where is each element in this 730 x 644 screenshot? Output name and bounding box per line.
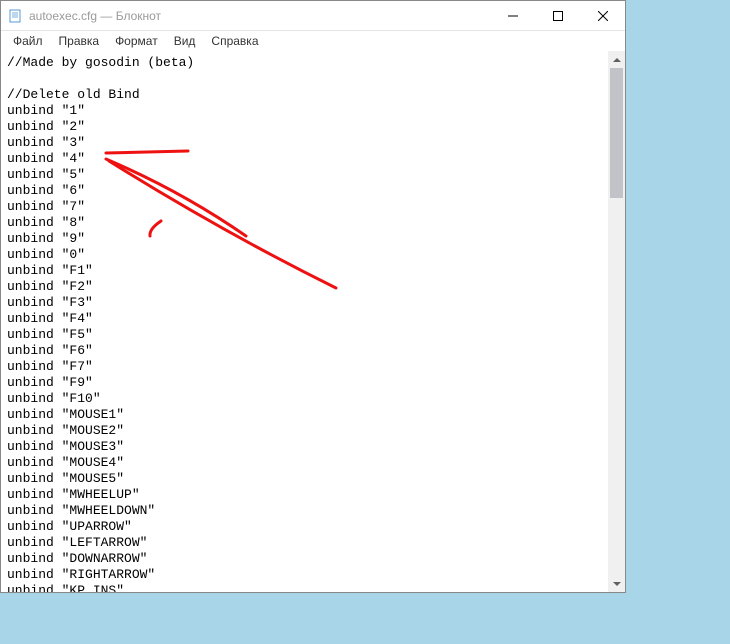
minimize-button[interactable] bbox=[490, 1, 535, 30]
notepad-icon bbox=[7, 8, 23, 24]
window-title: autoexec.cfg — Блокнот bbox=[29, 9, 490, 23]
titlebar: autoexec.cfg — Блокнот bbox=[1, 1, 625, 31]
maximize-button[interactable] bbox=[535, 1, 580, 30]
content-wrap: //Made by gosodin (beta) //Delete old Bi… bbox=[1, 51, 625, 592]
menu-view[interactable]: Вид bbox=[166, 32, 204, 50]
vertical-scrollbar[interactable] bbox=[608, 51, 625, 592]
menu-format[interactable]: Формат bbox=[107, 32, 166, 50]
scroll-down-button[interactable] bbox=[608, 575, 625, 592]
menu-file[interactable]: Файл bbox=[5, 32, 51, 50]
menu-help[interactable]: Справка bbox=[203, 32, 266, 50]
menubar: Файл Правка Формат Вид Справка bbox=[1, 31, 625, 51]
close-button[interactable] bbox=[580, 1, 625, 30]
window-controls bbox=[490, 1, 625, 30]
scroll-thumb[interactable] bbox=[610, 68, 623, 198]
text-area[interactable]: //Made by gosodin (beta) //Delete old Bi… bbox=[1, 51, 608, 592]
menu-edit[interactable]: Правка bbox=[51, 32, 108, 50]
notepad-window: autoexec.cfg — Блокнот Файл Правка Форма… bbox=[0, 0, 626, 593]
scroll-up-button[interactable] bbox=[608, 51, 625, 68]
